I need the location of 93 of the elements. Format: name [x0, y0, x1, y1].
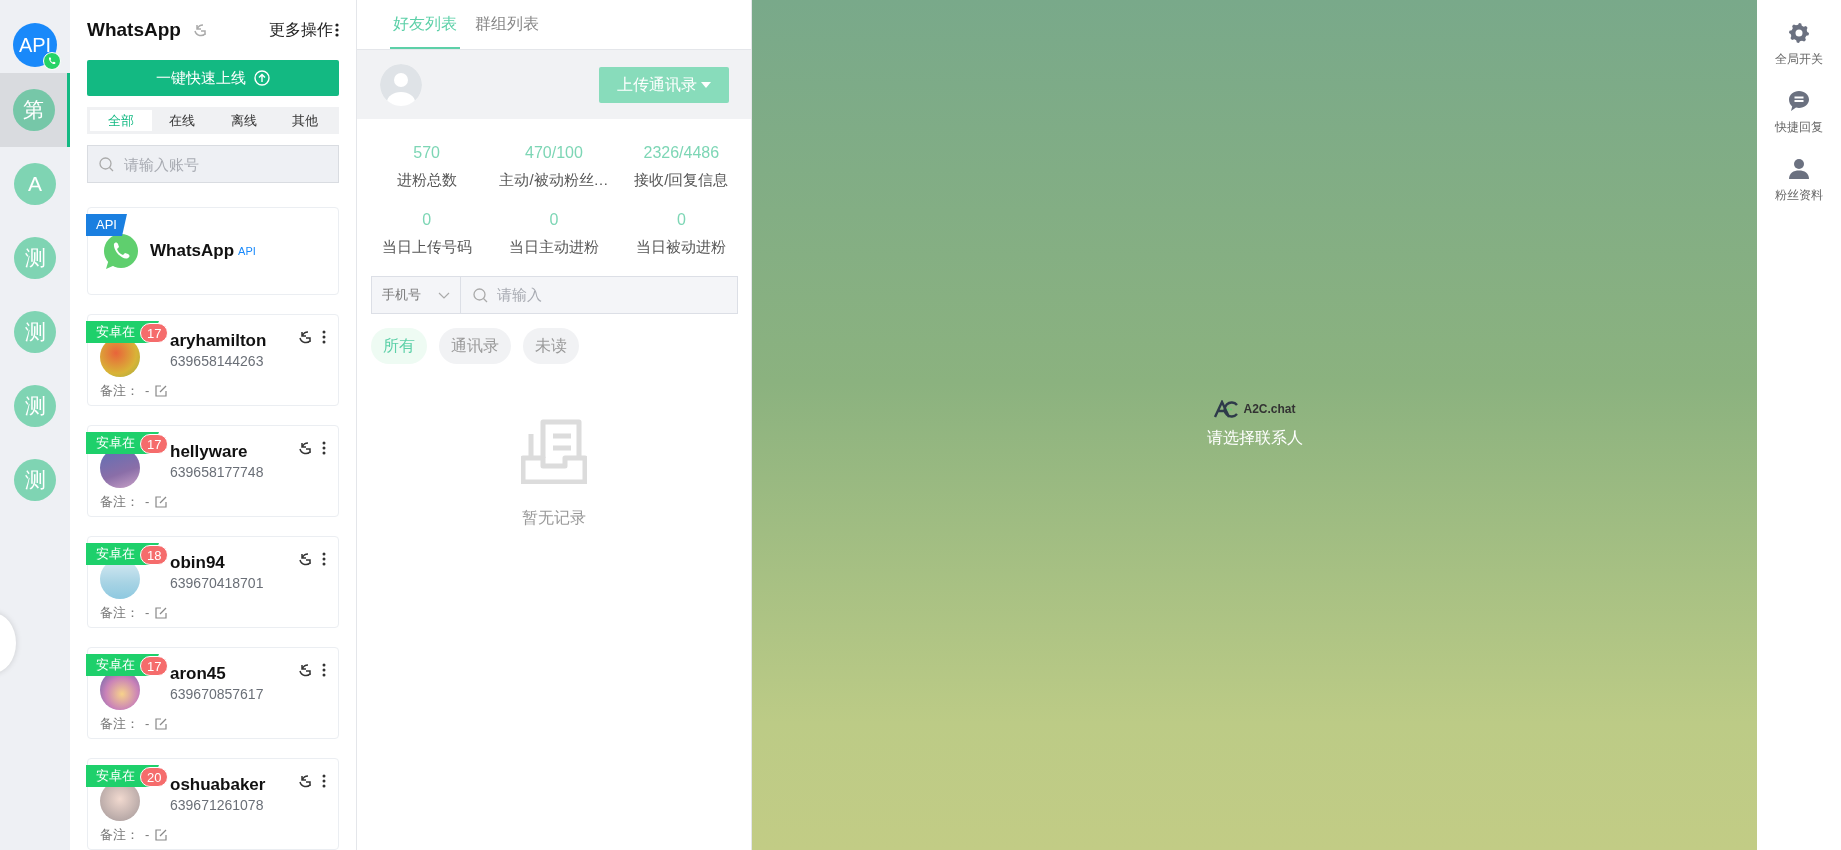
side-tool-button[interactable]: 全局开关	[1775, 22, 1823, 68]
account-phone: 639658177748	[170, 463, 264, 482]
account-phone: 639670418701	[170, 574, 264, 593]
kebab-icon[interactable]	[322, 552, 326, 566]
filter-tab[interactable]: 其他	[274, 110, 336, 131]
account-card[interactable]: 安卓在 oshuabaker 639671261078 20 备注： -	[87, 758, 339, 850]
edit-icon[interactable]	[155, 717, 168, 730]
unread-count: 17	[140, 323, 169, 343]
note-label: 备注：	[100, 826, 139, 844]
note-label: 备注：	[100, 382, 139, 400]
chevron-down-icon	[438, 291, 450, 299]
note-value: -	[145, 493, 150, 511]
quick-online-button[interactable]: 一键快速上线	[87, 60, 339, 96]
stat-label: 当日上传号码	[380, 236, 473, 257]
stat-label: 接收/回复信息	[633, 170, 730, 190]
api-ribbon: API	[86, 214, 127, 236]
refresh-icon[interactable]	[298, 773, 312, 789]
stat-value: 570	[412, 143, 441, 163]
note-label: 备注：	[100, 493, 139, 511]
account-name: WhatsApp	[150, 240, 235, 263]
edit-icon[interactable]	[155, 384, 168, 397]
stat-label: 当日主动进粉	[508, 236, 600, 257]
stat-value: 470/100	[524, 143, 584, 163]
stat-value: 0	[675, 209, 687, 230]
side-tool-button[interactable]: 快捷回复	[1775, 90, 1823, 136]
account-name: aryhamilton	[170, 331, 267, 351]
brand-logo-icon	[1213, 400, 1240, 418]
stat-label: 主动/被动粉丝…	[498, 170, 610, 190]
upload-circle-icon	[254, 70, 270, 86]
account-phone: 639670857617	[170, 685, 264, 704]
refresh-icon[interactable]	[298, 662, 312, 678]
account-name: aron45	[170, 664, 226, 684]
note-value: -	[145, 604, 150, 622]
account-phone: 639671261078	[170, 796, 264, 815]
kebab-icon	[335, 23, 339, 37]
kebab-icon[interactable]	[322, 441, 326, 455]
stat-label: 进粉总数	[395, 170, 458, 190]
account-name: oshuabaker	[170, 775, 266, 795]
note-value: -	[145, 826, 150, 844]
account-phone: 639658144263	[170, 352, 264, 371]
unread-count: 17	[140, 434, 169, 454]
stat-value: 2326/4486	[642, 143, 721, 163]
note-label: 备注：	[100, 715, 139, 733]
edit-icon[interactable]	[155, 495, 168, 508]
account-avatar[interactable]: 第	[12, 89, 55, 131]
account-search-field[interactable]: 请输入账号	[87, 145, 339, 183]
rail-item-highlight[interactable]: 第	[0, 73, 70, 147]
note-value: -	[145, 715, 150, 733]
unread-count: 18	[140, 545, 169, 565]
unread-count: 20	[140, 767, 169, 787]
account-card[interactable]: 安卓在 obin94 639670418701 18 备注： -	[87, 536, 339, 628]
edit-icon[interactable]	[155, 828, 168, 841]
stat-value: 0	[548, 209, 560, 230]
empty-chat-hint: 请选择联系人	[1206, 428, 1303, 448]
kebab-icon[interactable]	[322, 330, 326, 344]
note-value: -	[145, 382, 150, 400]
filter-tab[interactable]: 全部	[90, 110, 152, 131]
user-avatar-icon	[380, 63, 422, 106]
account-card[interactable]: 安卓在 aryhamilton 639658144263 17 备注： -	[87, 314, 339, 406]
panel-title: WhatsApp	[87, 17, 181, 42]
account-card[interactable]: 安卓在 aron45 639670857617 17 备注： -	[87, 647, 339, 739]
kebab-icon[interactable]	[322, 774, 326, 788]
account-name: obin94	[170, 553, 225, 573]
contact-search-field[interactable]: 请输入	[461, 276, 738, 314]
filter-chip[interactable]: 通讯录	[439, 328, 511, 364]
edit-icon[interactable]	[155, 606, 168, 619]
unread-count: 17	[140, 656, 169, 676]
more-actions-button[interactable]: 更多操作	[269, 18, 339, 42]
filter-tab[interactable]: 离线	[213, 110, 275, 131]
stat-value: 0	[421, 209, 433, 230]
filter-chip[interactable]: 未读	[523, 328, 579, 364]
note-label: 备注：	[100, 604, 139, 622]
list-tab[interactable]: 群组列表	[472, 0, 542, 49]
empty-message: 暂无记录	[522, 508, 586, 528]
api-tag: API	[238, 242, 256, 260]
account-name: hellyware	[170, 442, 248, 462]
brand-name: A2C.chat	[1243, 401, 1296, 418]
refresh-icon[interactable]	[298, 551, 312, 567]
empty-inbox-icon	[521, 418, 587, 484]
refresh-icon[interactable]	[298, 440, 312, 456]
person-icon	[1788, 158, 1810, 180]
refresh-icon[interactable]	[298, 329, 312, 345]
kebab-icon[interactable]	[322, 663, 326, 677]
filter-tab[interactable]: 在线	[151, 110, 213, 131]
gear-icon	[1788, 22, 1810, 44]
side-tool-button[interactable]: 粉丝资料	[1775, 158, 1823, 204]
chat-bubble-icon	[1788, 90, 1810, 112]
api-account-card[interactable]: API WhatsApp API	[87, 207, 339, 295]
search-type-dropdown[interactable]: 手机号	[371, 276, 461, 314]
account-card[interactable]: 安卓在 hellyware 639658177748 17 备注： -	[87, 425, 339, 517]
caret-icon	[701, 81, 711, 88]
whatsapp-icon	[43, 52, 61, 70]
stat-label: 当日被动进粉	[635, 236, 728, 257]
